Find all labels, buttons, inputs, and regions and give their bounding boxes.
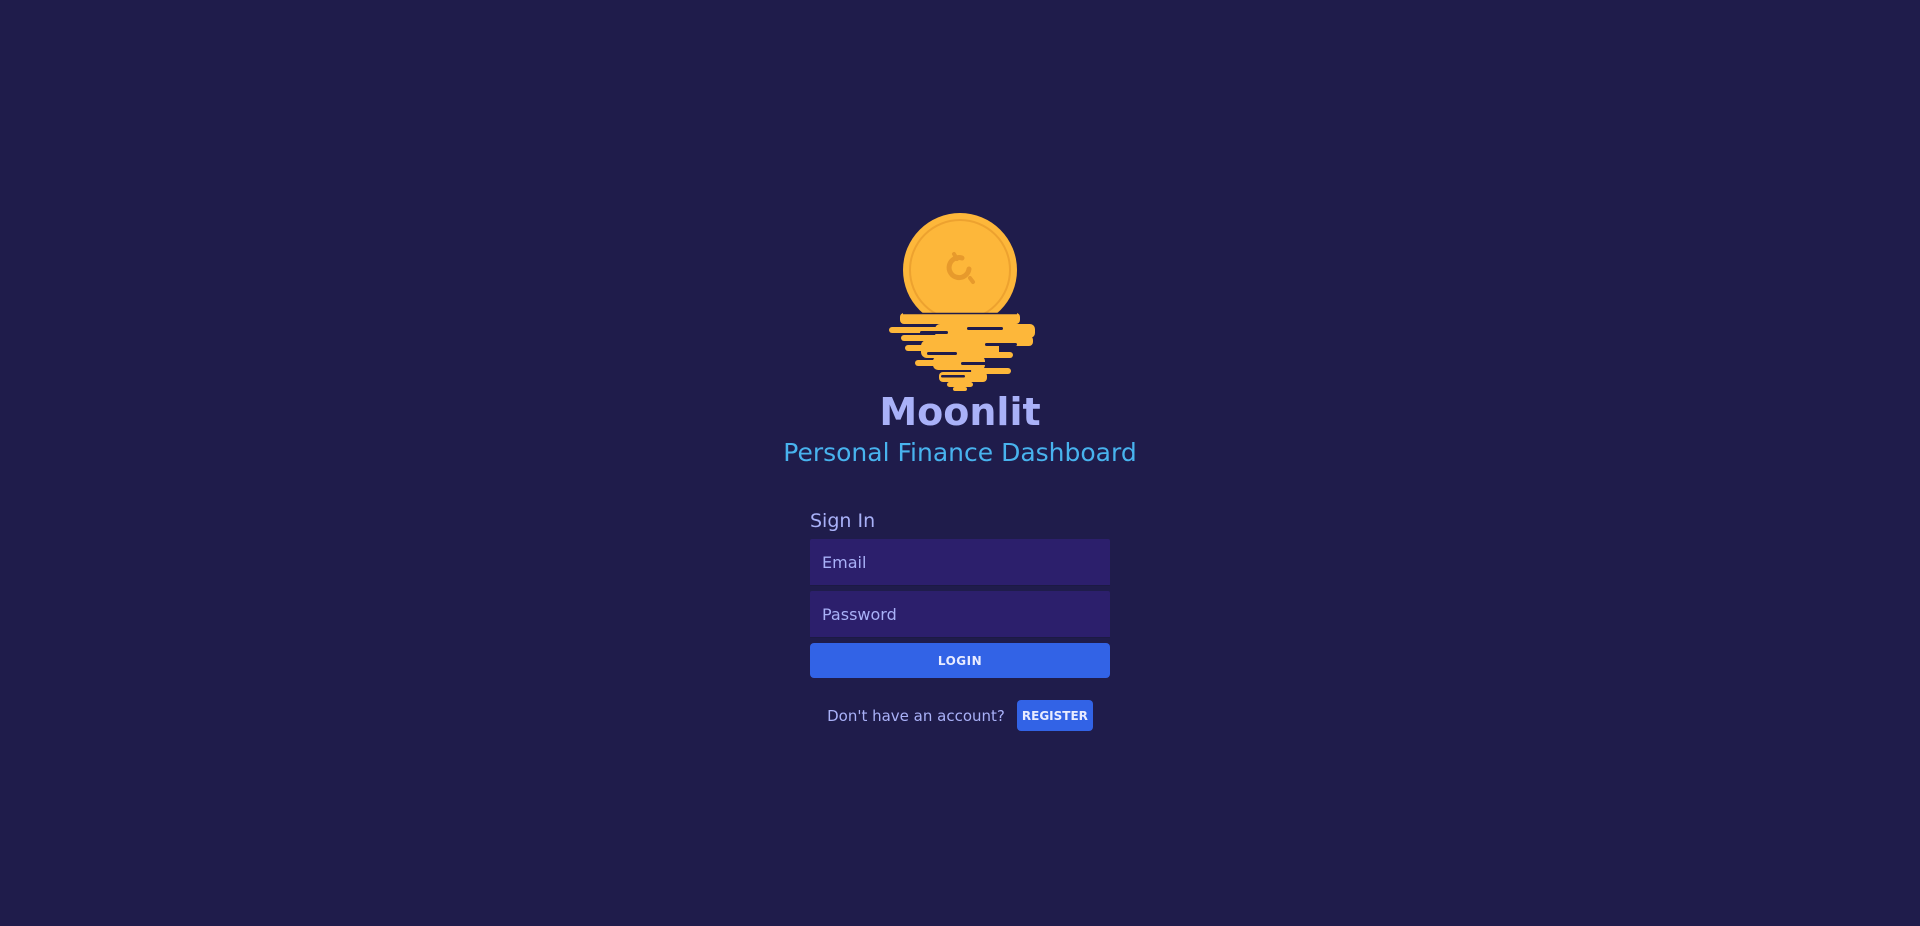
register-row: Don't have an account? REGISTER bbox=[810, 700, 1110, 731]
app-title: Moonlit bbox=[879, 390, 1041, 434]
email-field[interactable] bbox=[810, 539, 1110, 586]
sign-in-heading: Sign In bbox=[810, 510, 876, 532]
register-prompt: Don't have an account? bbox=[827, 706, 1005, 725]
login-button[interactable]: LOGIN bbox=[810, 643, 1110, 678]
password-field[interactable] bbox=[810, 591, 1110, 638]
app-subtitle: Personal Finance Dashboard bbox=[783, 438, 1137, 467]
sign-in-form: Sign In LOGIN bbox=[810, 508, 1110, 678]
login-page: Moonlit Personal Finance Dashboard Sign … bbox=[0, 0, 1920, 926]
moon-coin-icon bbox=[889, 213, 1035, 391]
register-button[interactable]: REGISTER bbox=[1016, 700, 1093, 731]
